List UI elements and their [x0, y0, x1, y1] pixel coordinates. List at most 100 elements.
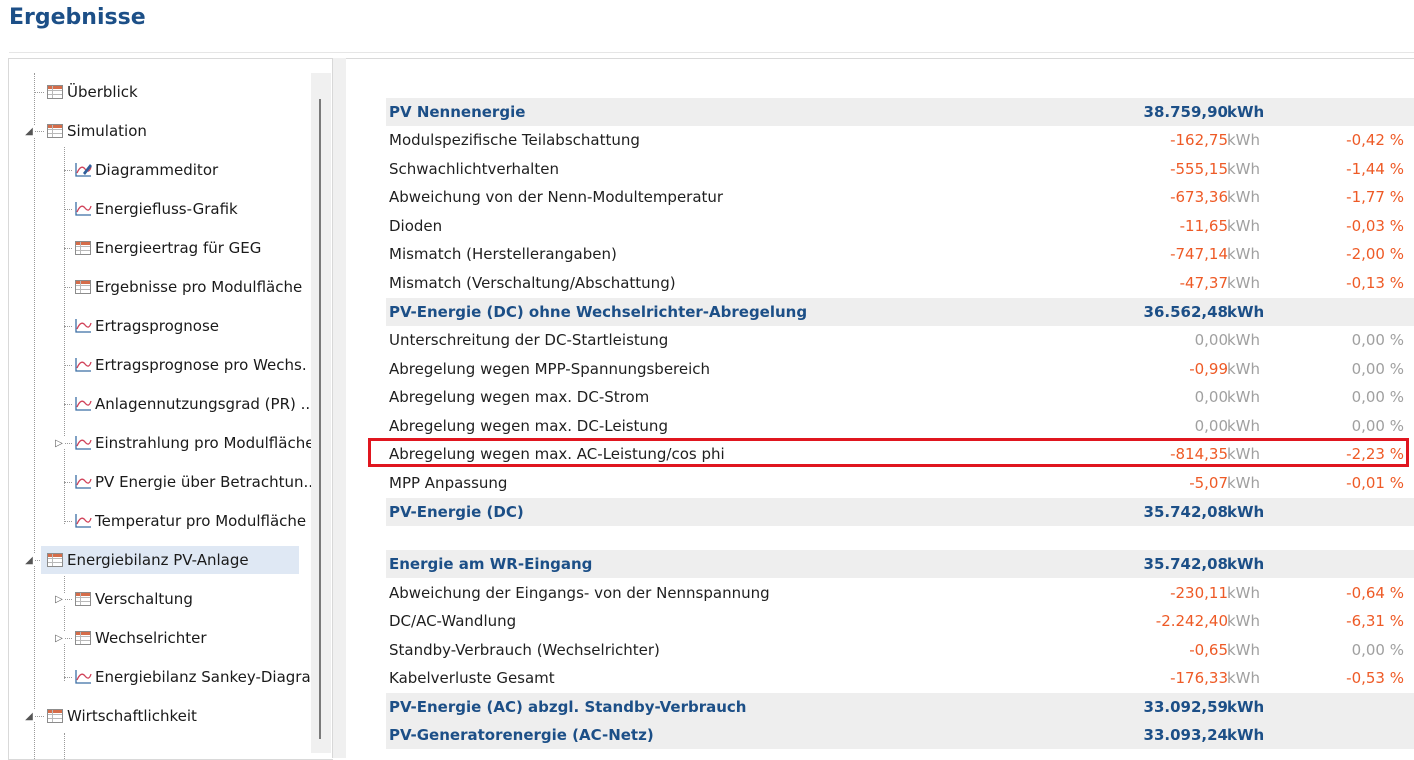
row-value: -162,75	[1170, 131, 1228, 149]
row-value: 0,00	[1194, 331, 1228, 349]
tree-guide-line	[64, 147, 65, 524]
row-label: Abregelung wegen MPP-Spannungsbereich	[389, 360, 711, 378]
row-percentage: -0,53 %	[1346, 669, 1404, 687]
tree-guide-line	[64, 576, 65, 681]
tree-item-energiefluss-grafik[interactable]: Energiefluss-Grafik	[69, 195, 238, 223]
row-unit: kWh	[1227, 160, 1261, 178]
row-value: -673,36	[1170, 188, 1228, 206]
row-label: Unterschreitung der DC-Startleistung	[389, 331, 669, 349]
table-icon	[45, 83, 65, 101]
row-percentage: -2,23 %	[1346, 445, 1404, 463]
row-value: -0,99	[1189, 360, 1228, 378]
chart-line-icon	[73, 356, 93, 374]
tree-item-ertragsprognose[interactable]: Ertragsprognose	[69, 312, 219, 340]
row-value: -0,65	[1189, 641, 1228, 659]
tree-item-anlagennutzungsgrad-pr[interactable]: Anlagennutzungsgrad (PR) ..	[69, 390, 310, 418]
table-icon	[45, 122, 65, 140]
tree-item-überblick[interactable]: Überblick	[41, 78, 138, 106]
results-section-header: PV Nennenergie 38.759,90 kWh	[386, 98, 1414, 126]
results-row: Abregelung wegen max. DC-Leistung 0,00 kWh…	[386, 412, 1414, 440]
expand-arrow-open-icon[interactable]: ◢	[23, 125, 35, 137]
row-unit: kWh	[1227, 555, 1265, 573]
tree-item-label: PV Energie über Betrachtun..	[95, 473, 314, 491]
row-unit: kWh	[1227, 217, 1261, 235]
row-value: -47,37	[1179, 274, 1228, 292]
navigation-tree: Überblick ◢ Simulation Diagrammeditor Energi…	[9, 59, 320, 759]
row-unit: kWh	[1227, 669, 1261, 687]
expand-arrow-open-icon[interactable]: ◢	[23, 554, 35, 566]
results-row: Abweichung der Eingangs- von der Nennspa…	[386, 579, 1414, 607]
tree-item-diagrammeditor[interactable]: Diagrammeditor	[69, 156, 218, 184]
results-row: Dioden -11,65 kWh -0,03 %	[386, 212, 1414, 240]
tree-item-einstrahlung-pro-modulfläche[interactable]: Einstrahlung pro Modulfläche	[69, 429, 314, 457]
row-value: -11,65	[1179, 217, 1228, 235]
tree-item-ergebnisse-pro-modulfläche[interactable]: Ergebnisse pro Modulfläche	[69, 273, 302, 301]
tree-item-label: Temperatur pro Modulfläche	[95, 512, 307, 530]
row-value: 0,00	[1194, 388, 1228, 406]
row-label: Abweichung von der Nenn-Modultemperatur	[389, 188, 724, 206]
row-label: Kabelverluste Gesamt	[389, 669, 555, 687]
row-percentage: -0,03 %	[1346, 217, 1404, 235]
row-unit: kWh	[1227, 331, 1261, 349]
tree-item-wirtschaftlichkeit[interactable]: Wirtschaftlichkeit	[41, 702, 197, 730]
row-unit: kWh	[1227, 503, 1265, 521]
row-label: PV-Energie (DC) ohne Wechselrichter-Abre…	[389, 303, 808, 321]
row-label: Abregelung wegen max. DC-Strom	[389, 388, 650, 406]
results-section-header: PV-Energie (DC) 35.742,08 kWh	[386, 498, 1414, 526]
expand-arrow-closed-icon[interactable]: ▷	[53, 632, 65, 644]
tree-guide-line	[64, 733, 65, 759]
tree-item-wechselrichter[interactable]: Wechselrichter	[69, 624, 207, 652]
chart-edit-icon	[73, 161, 93, 179]
tree-item-label: Wechselrichter	[95, 629, 207, 647]
tree-item-simulation[interactable]: Simulation	[41, 117, 147, 145]
tree-scrollbar[interactable]	[311, 73, 331, 753]
tree-item-label: Energiebilanz PV-Anlage	[67, 551, 249, 569]
table-icon	[45, 707, 65, 725]
row-label: PV-Generatorenergie (AC-Netz)	[389, 726, 654, 744]
page-title: Ergebnisse	[9, 5, 146, 30]
tree-item-label: Ergebnisse pro Modulfläche	[95, 278, 303, 296]
expand-arrow-open-icon[interactable]: ◢	[23, 710, 35, 722]
row-unit: kWh	[1227, 584, 1261, 602]
row-value: -2.242,40	[1155, 612, 1228, 630]
table-icon	[73, 629, 93, 647]
results-row: Abregelung wegen max. DC-Strom 0,00 kWh 0,0…	[386, 383, 1414, 411]
row-label: PV-Energie (AC) abzgl. Standby-Verbrauch	[389, 698, 747, 716]
results-section-header: Energie am WR-Eingang 35.742,08 kWh	[386, 550, 1414, 578]
row-label: DC/AC-Wandlung	[389, 612, 517, 630]
table-icon	[73, 278, 93, 296]
row-label: PV Nennenergie	[389, 103, 526, 121]
tree-item-energiebilanz-pv-anlage[interactable]: Energiebilanz PV-Anlage	[41, 546, 299, 574]
results-row: Schwachlichtverhalten -555,15 kWh -1,44 %	[386, 155, 1414, 183]
expand-arrow-closed-icon[interactable]: ▷	[53, 437, 65, 449]
tree-item-energiebilanz-sankey-diagra[interactable]: Energiebilanz Sankey-Diagra.	[69, 663, 315, 691]
tree-item-label: Ertragsprognose	[95, 317, 220, 335]
row-value: -814,35	[1170, 445, 1228, 463]
tree-item-energieertrag-für-geg[interactable]: Energieertrag für GEG	[69, 234, 261, 262]
row-percentage: -2,00 %	[1346, 245, 1404, 263]
tree-scrollbar-thumb[interactable]	[319, 99, 321, 739]
results-row: Kabelverluste Gesamt -176,33 kWh -0,53 %	[386, 664, 1414, 692]
row-value: 33.092,59	[1143, 698, 1228, 716]
chart-line-icon	[73, 395, 93, 413]
row-value: -555,15	[1170, 160, 1228, 178]
chart-line-icon	[73, 200, 93, 218]
row-percentage: -1,77 %	[1346, 188, 1404, 206]
tree-item-verschaltung[interactable]: Verschaltung	[69, 585, 193, 613]
results-row: DC/AC-Wandlung -2.242,40 kWh -6,31 %	[386, 607, 1414, 635]
row-label: Standby-Verbrauch (Wechselrichter)	[389, 641, 660, 659]
row-unit: kWh	[1227, 612, 1261, 630]
row-value: 0,00	[1194, 417, 1228, 435]
tree-item-ertragsprognose-pro-wechs[interactable]: Ertragsprognose pro Wechs.	[69, 351, 307, 379]
tree-item-pv-energie-über-betrachtun[interactable]: PV Energie über Betrachtun..	[69, 468, 313, 496]
tree-item-label: Überblick	[67, 83, 138, 101]
panel-splitter[interactable]	[332, 58, 347, 758]
chart-line-icon	[73, 512, 93, 530]
tree-item-temperatur-pro-modulfläche[interactable]: Temperatur pro Modulfläche	[69, 507, 306, 535]
results-row: Modulspezifische Teilabschattung -162,75 k…	[386, 126, 1414, 154]
row-percentage: 0,00 %	[1351, 417, 1404, 435]
row-unit: kWh	[1227, 641, 1261, 659]
expand-arrow-closed-icon[interactable]: ▷	[53, 593, 65, 605]
tree-item-label: Energiebilanz Sankey-Diagra.	[95, 668, 316, 686]
row-percentage: -0,01 %	[1346, 474, 1404, 492]
